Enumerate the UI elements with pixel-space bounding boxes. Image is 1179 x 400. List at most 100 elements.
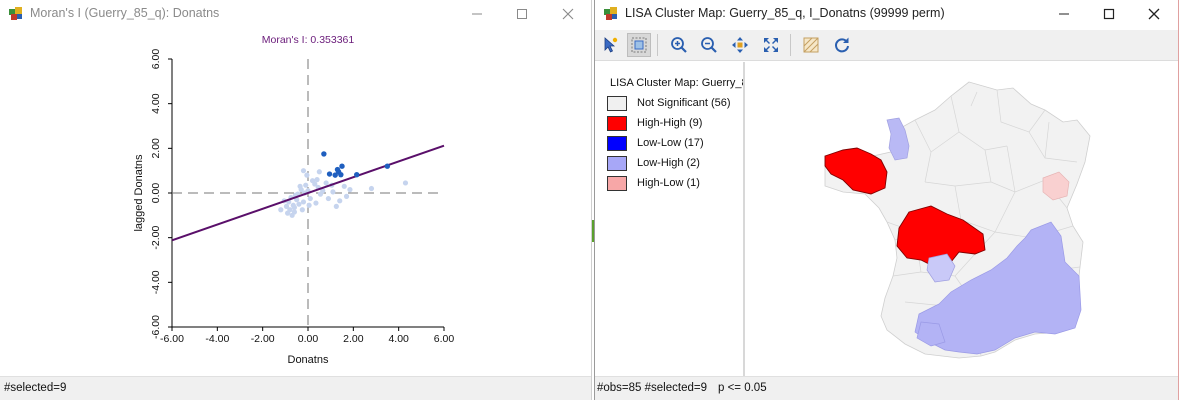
close-icon <box>562 8 574 20</box>
scatter-point <box>402 180 409 186</box>
obs-count: #obs=85 #selected=9 <box>597 382 707 394</box>
select-tool-button[interactable] <box>599 33 623 57</box>
legend-swatch <box>607 96 627 111</box>
x-axis-label: Donatns <box>288 354 329 366</box>
scatter-point <box>300 168 307 174</box>
layer-button[interactable] <box>799 33 823 57</box>
pan-button[interactable] <box>728 33 752 57</box>
y-tick-label: -2.00 <box>150 226 162 250</box>
legend-pane: LISA Cluster Map: Guerry_8 Not Significa… <box>596 62 745 376</box>
selection-mode-button[interactable] <box>627 33 651 57</box>
scatter-point <box>300 199 307 205</box>
geoda-app-icon <box>9 7 22 20</box>
lisa-status-bar: #obs=85 #selected=9 p <= 0.05 <box>595 376 1178 400</box>
scatter-point <box>299 207 305 213</box>
fit-extent-button[interactable] <box>759 33 783 57</box>
scatter-point <box>297 183 303 189</box>
minimize-button[interactable] <box>1041 0 1087 28</box>
selected-point <box>321 151 327 157</box>
scatter-point <box>289 212 295 218</box>
scatter-point <box>313 200 319 206</box>
maximize-button[interactable] <box>1086 0 1132 28</box>
scatter-point <box>368 185 375 192</box>
selected-point <box>339 163 345 169</box>
x-tick-label: 2.00 <box>343 333 364 345</box>
france-departments-map[interactable] <box>745 62 1178 376</box>
selected-points <box>321 151 391 178</box>
layer-icon <box>803 37 819 53</box>
selected-point <box>354 171 360 178</box>
selected-count: #selected=9 <box>4 382 67 394</box>
y-tick-label: -6.00 <box>150 315 162 339</box>
legend-label: Low-Low (17) <box>637 137 704 149</box>
toolbar-separator <box>790 34 791 56</box>
scatter-point <box>304 172 310 178</box>
selected-point <box>384 163 391 169</box>
scatter-point <box>333 203 339 209</box>
close-icon <box>1148 8 1160 20</box>
x-tick-label: 4.00 <box>388 333 409 345</box>
moran-status-bar: #selected=9 <box>0 376 591 400</box>
scatter-point <box>278 207 284 213</box>
minimize-icon <box>1059 13 1069 15</box>
scatter-point <box>291 204 297 211</box>
minimize-button[interactable] <box>454 0 500 28</box>
legend-label: High-Low (1) <box>637 177 700 189</box>
close-button[interactable] <box>545 0 591 28</box>
map-canvas[interactable] <box>745 62 1178 376</box>
legend-label: High-High (9) <box>637 117 703 129</box>
lisa-titlebar[interactable]: LISA Cluster Map: Guerry_85_q, I_Donatns… <box>595 0 1178 28</box>
zoom-in-button[interactable] <box>667 33 691 57</box>
select-mode-icon <box>631 37 647 53</box>
scatter-point <box>323 180 329 186</box>
fit-extent-icon <box>764 38 778 52</box>
y-tick-label: 0.00 <box>150 183 162 204</box>
selected-point <box>326 171 333 177</box>
y-tick-label: -4.00 <box>150 270 162 294</box>
y-tick-label: 6.00 <box>150 49 162 70</box>
legend-swatch <box>607 136 627 151</box>
legend-label: Not Significant (56) <box>637 97 731 109</box>
scatter-point <box>306 202 312 208</box>
scatter-point <box>316 169 322 175</box>
scatter-point <box>343 193 350 199</box>
refresh-button[interactable] <box>830 33 854 57</box>
x-tick-label: -2.00 <box>251 333 275 345</box>
maximize-icon <box>1103 8 1115 20</box>
scatter-point <box>314 177 320 183</box>
legend-title: LISA Cluster Map: Guerry_8 <box>610 77 745 89</box>
maximize-icon <box>517 9 527 19</box>
scatter-point <box>330 189 336 195</box>
zoom-in-icon <box>671 37 687 53</box>
selected-point <box>334 166 341 173</box>
scatter-point <box>337 198 343 204</box>
x-tick-label: -6.00 <box>160 333 184 345</box>
x-tick-label: 6.00 <box>434 333 455 345</box>
select-icon <box>604 37 618 53</box>
minimize-icon <box>472 13 482 15</box>
selected-point <box>338 171 344 178</box>
scatter-point <box>347 187 353 193</box>
moran-titlebar[interactable]: Moran's I (Guerry_85_q): Donatns <box>0 0 591 28</box>
map-toolbar <box>595 30 1178 61</box>
scatter-point <box>312 181 318 187</box>
legend-swatch <box>607 156 627 171</box>
maximize-button[interactable] <box>499 0 545 28</box>
scatter-point <box>325 195 331 202</box>
chart-title: Moran's I: 0.353361 <box>262 34 355 46</box>
pan-icon <box>732 37 748 53</box>
moran-scatter-plot[interactable]: Moran's I: 0.353361 -6.00 -4.00 -2.00 0.00 2… <box>0 30 590 375</box>
zoom-out-button[interactable] <box>697 33 721 57</box>
scatter-point <box>296 201 302 207</box>
y-tick-group: -6.00 -4.00 -2.00 0.00 2.00 4.00 6.00 <box>150 49 172 339</box>
moran-window-title: Moran's I (Guerry_85_q): Donatns <box>30 6 220 20</box>
toolbar-separator <box>657 34 658 56</box>
x-tick-group: -6.00 -4.00 -2.00 0.00 2.00 4.00 6.00 <box>160 327 454 345</box>
scatter-point <box>307 195 313 202</box>
y-tick-label: 2.00 <box>150 138 162 159</box>
lisa-window: LISA Cluster Map: Guerry_85_q, I_Donatns… <box>594 0 1179 400</box>
scatter-point <box>303 182 309 188</box>
zoom-out-icon <box>701 37 717 53</box>
y-tick-label: 4.00 <box>150 93 162 114</box>
close-button[interactable] <box>1131 0 1177 28</box>
